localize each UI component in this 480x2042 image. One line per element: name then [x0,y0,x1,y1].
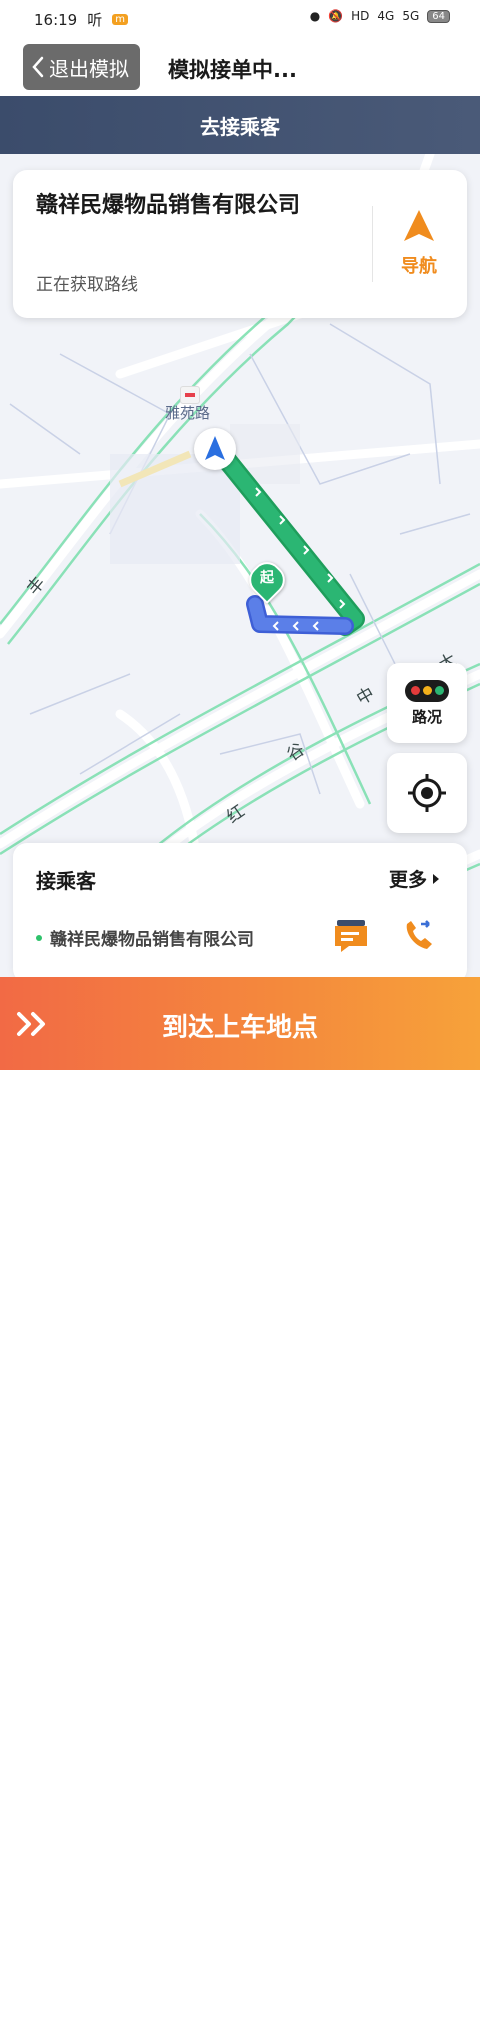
passenger-title: 接乘客 [36,869,96,893]
hd-icon: HD [351,9,370,23]
phone-icon [406,920,432,949]
network-4g: 4G [377,9,395,23]
exit-simulation-button[interactable]: 退出模拟 [23,44,140,90]
network-5g: 5G [402,9,420,23]
destination-name: 赣祥民爆物品销售有限公司 [36,193,301,218]
traffic-light-icon [405,679,449,702]
passenger-address: 赣祥民爆物品销售有限公司 [36,925,316,950]
navigate-label: 导航 [401,256,437,277]
call-button[interactable] [399,916,439,960]
navigate-button[interactable]: 导航 [383,208,455,286]
passenger-address-text: 赣祥民爆物品销售有限公司 [50,930,254,950]
exit-simulation-label: 退出模拟 [49,56,129,81]
battery-icon: 64 [427,9,450,23]
address-dot-icon [36,934,42,941]
poi-label: 雅苑路 [165,404,211,422]
pickup-banner: 去接乘客 [0,96,480,154]
passenger-card: 接乘客 更多 赣祥民爆物品销售有限公司 [13,843,467,983]
mute-icon: 🔕 [328,9,344,23]
traffic-label: 路况 [411,707,442,726]
app-notification-icon: m [112,14,128,25]
navigation-arrow-icon [205,436,225,460]
arrive-pickup-button[interactable]: 到达上车地点 KK下载 www.kkx.net [0,977,480,2042]
start-marker-label: 起 [260,570,274,586]
top-bar: 退出模拟 模拟接单中... [0,36,480,96]
divider [372,206,373,282]
caret-right-icon [433,873,439,884]
watermark-url: www.kkx.net [379,2029,450,2042]
route-status: 正在获取路线 [36,275,138,295]
more-button[interactable]: 更多 [389,865,441,892]
arrive-pickup-label: 到达上车地点 [161,1013,318,1043]
status-time: 16:19 [34,10,78,29]
locate-button[interactable] [387,753,467,833]
watermark: KK下载 [359,1983,452,2013]
page-title: 模拟接单中... [168,58,297,82]
destination-card: 赣祥民爆物品销售有限公司 正在获取路线 导航 [13,170,467,318]
navigation-icon [404,210,434,241]
more-label: 更多 [388,869,427,891]
current-location-marker [194,428,236,470]
traffic-button[interactable]: 路况 [387,663,467,743]
crosshair-icon [408,774,446,812]
location-icon: ● [309,9,321,23]
listen-icon: 听 [87,11,103,29]
chevron-left-icon [32,56,44,78]
message-button[interactable] [331,916,371,960]
message-icon [335,920,367,952]
status-bar: 16:19 听 m ● 🔕 HD 4G 5G 64 [0,0,480,36]
